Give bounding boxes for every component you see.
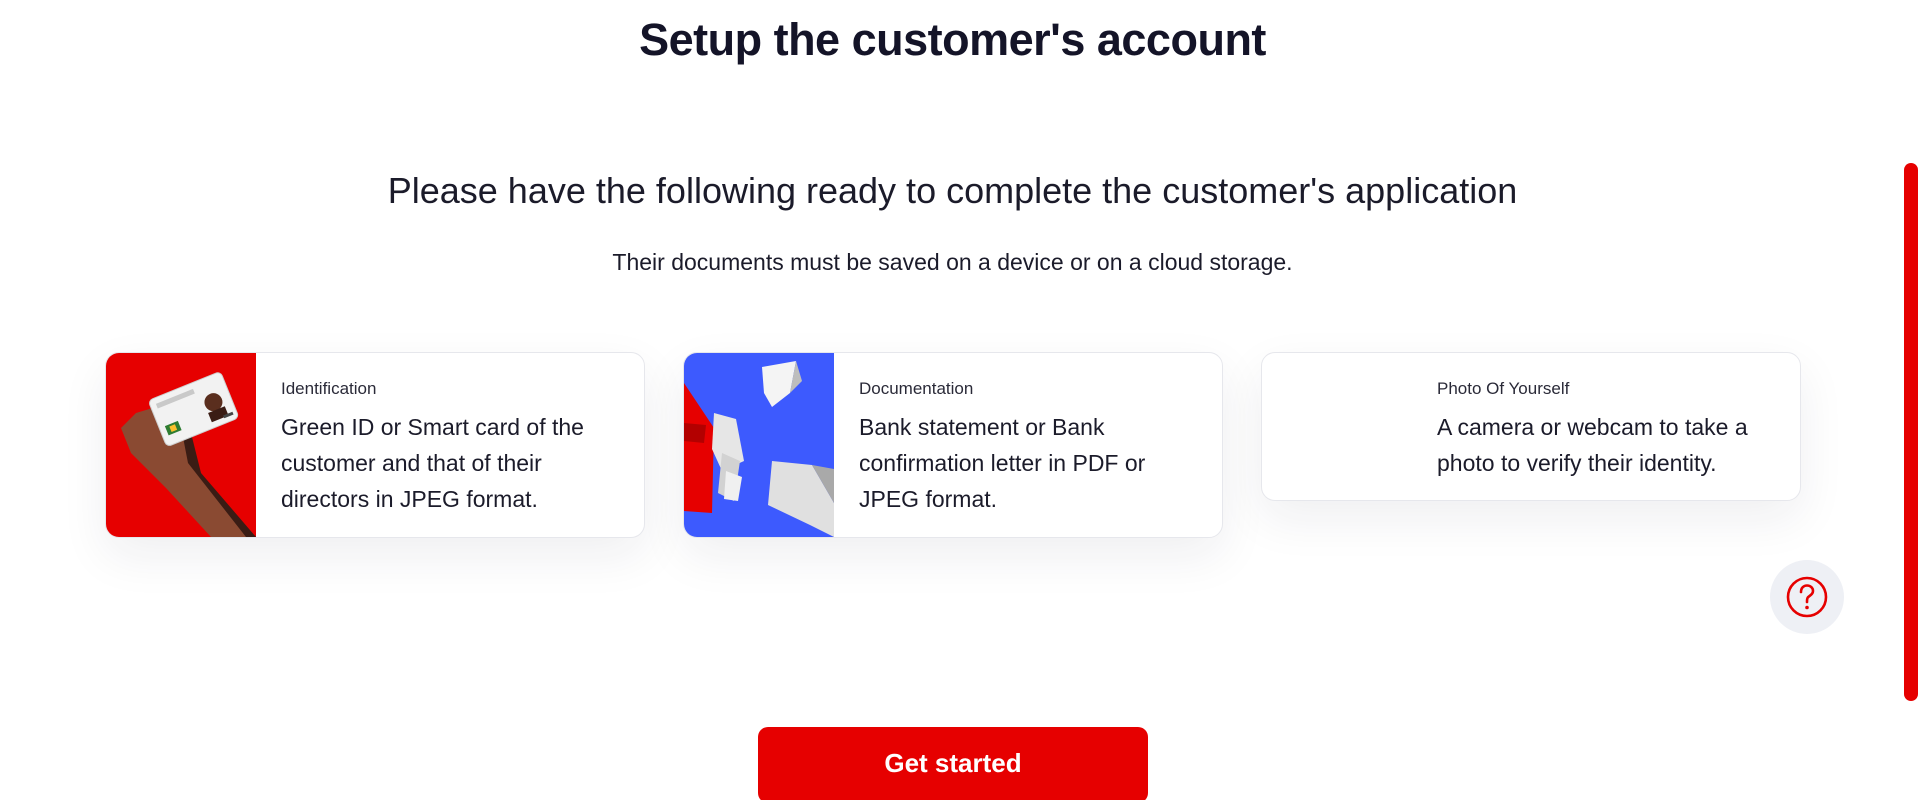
requirement-description: Bank statement or Bank confirmation lett… bbox=[859, 414, 1146, 512]
id-card-hand-illustration bbox=[106, 353, 256, 537]
question-circle-icon bbox=[1786, 576, 1828, 618]
requirement-label: Photo Of Yourself bbox=[1437, 379, 1570, 398]
help-button[interactable] bbox=[1770, 560, 1844, 634]
requirement-description: A camera or webcam to take a photo to ve… bbox=[1437, 414, 1748, 476]
page: Setup the customer's account Please have… bbox=[0, 0, 1920, 800]
photo-illustration bbox=[1262, 353, 1412, 500]
requirement-card-identification: Identification Green ID or Smart card of… bbox=[105, 352, 645, 538]
requirement-card-body: Documentation Bank statement or Bank con… bbox=[834, 353, 1222, 537]
page-title: Setup the customer's account bbox=[639, 14, 1266, 65]
scrollbar-thumb[interactable] bbox=[1904, 163, 1918, 701]
requirements-list: Identification Green ID or Smart card of… bbox=[105, 352, 1801, 542]
requirements-heading: Please have the following ready to compl… bbox=[387, 170, 1518, 211]
documents-illustration bbox=[684, 353, 834, 537]
requirement-card-body: Photo Of Yourself A camera or webcam to … bbox=[1412, 353, 1800, 500]
requirement-label: Documentation bbox=[859, 379, 974, 398]
requirement-card-photo: Photo Of Yourself A camera or webcam to … bbox=[1261, 352, 1801, 501]
get-started-button[interactable]: Get started bbox=[758, 727, 1148, 800]
requirement-description: Green ID or Smart card of the customer a… bbox=[281, 414, 584, 512]
requirement-card-body: Identification Green ID or Smart card of… bbox=[256, 353, 644, 537]
requirement-label: Identification bbox=[281, 379, 377, 398]
requirements-subheading: Their documents must be saved on a devic… bbox=[612, 249, 1293, 275]
requirement-card-documentation: Documentation Bank statement or Bank con… bbox=[683, 352, 1223, 538]
